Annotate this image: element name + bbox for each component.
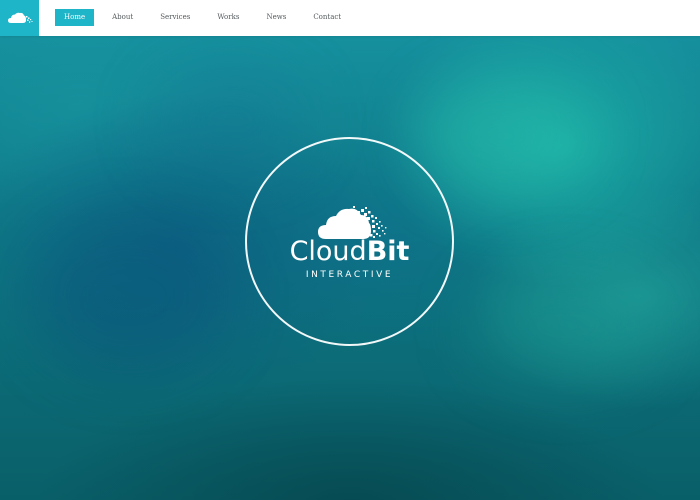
- nav-home[interactable]: Home: [55, 9, 95, 26]
- nav-contact[interactable]: Contact: [304, 9, 350, 26]
- brand-emblem: CloudBit INTERACTIVE: [245, 137, 454, 346]
- hero-section: CloudBit INTERACTIVE: [0, 36, 700, 500]
- brand-name-first: Cloud: [289, 236, 367, 267]
- top-nav-bar: Home About Services Works News Contact: [0, 0, 700, 36]
- brand-tagline: INTERACTIVE: [305, 270, 394, 280]
- background-glow: [30, 216, 230, 376]
- nav-services[interactable]: Services: [151, 9, 199, 26]
- brand-name-second: Bit: [366, 236, 410, 267]
- nav-about[interactable]: About: [103, 9, 142, 26]
- nav-news[interactable]: News: [257, 9, 295, 26]
- nav-works[interactable]: Works: [208, 9, 248, 26]
- brand-name: CloudBit: [245, 237, 454, 267]
- main-nav: Home About Services Works News Contact: [55, 9, 359, 26]
- header-logo[interactable]: [0, 0, 39, 36]
- cloud-pixel-icon: [7, 12, 32, 23]
- background-glow: [470, 266, 660, 386]
